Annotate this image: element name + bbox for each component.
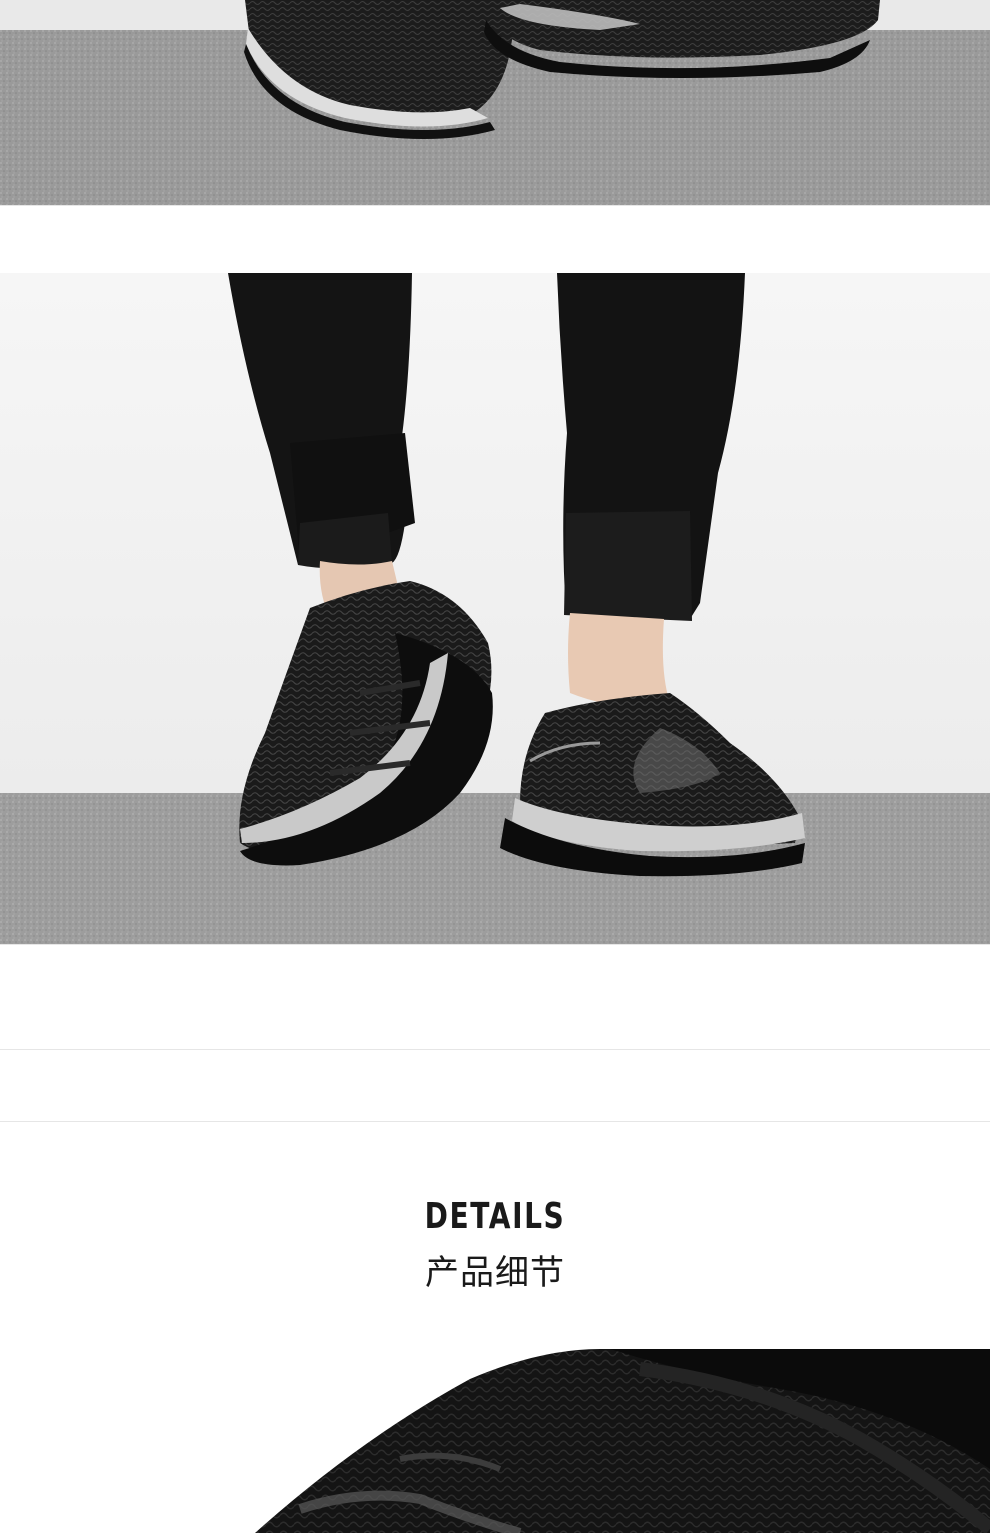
product-photo-top <box>0 0 990 205</box>
divider-section-end <box>0 1049 990 1050</box>
photo-walking-illustration <box>0 273 990 944</box>
photo-top-illustration <box>0 0 990 205</box>
product-photo-detail <box>0 1349 990 1533</box>
details-heading: DETAILS <box>424 1196 566 1237</box>
divider-mid <box>0 944 990 945</box>
photo-detail-illustration <box>0 1349 990 1533</box>
details-subheading: 产品细节 <box>425 1253 565 1293</box>
divider-details-start <box>0 1121 990 1122</box>
product-photo-walking <box>0 273 990 944</box>
divider-top <box>0 205 990 206</box>
